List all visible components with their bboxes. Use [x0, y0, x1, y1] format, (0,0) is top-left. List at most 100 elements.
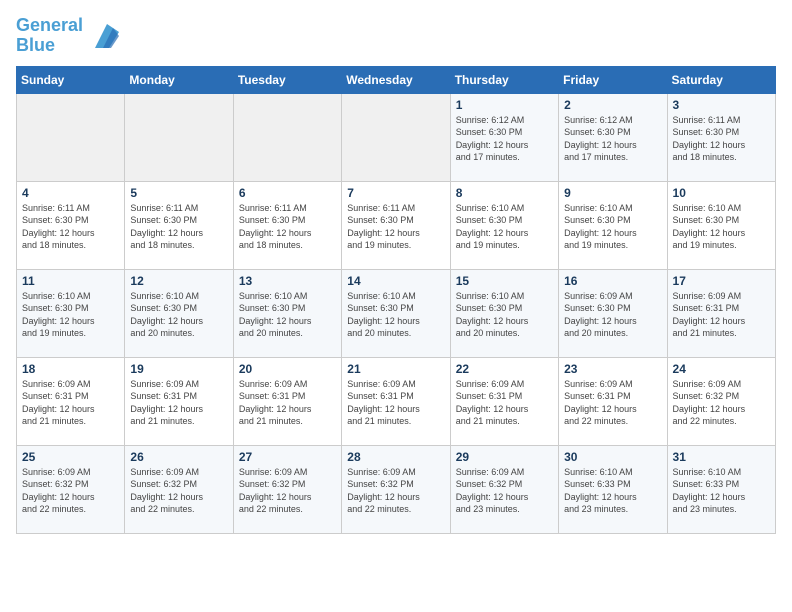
calendar-table: SundayMondayTuesdayWednesdayThursdayFrid… — [16, 66, 776, 534]
day-info: Sunrise: 6:11 AM Sunset: 6:30 PM Dayligh… — [22, 202, 119, 252]
weekday-header: Friday — [559, 66, 667, 93]
day-info: Sunrise: 6:09 AM Sunset: 6:31 PM Dayligh… — [673, 290, 770, 340]
calendar-cell: 16Sunrise: 6:09 AM Sunset: 6:30 PM Dayli… — [559, 269, 667, 357]
calendar-cell: 29 Sunrise: 6:09 AM Sunset: 6:32 PM Dayli… — [450, 445, 558, 533]
day-number: 21 — [347, 362, 444, 376]
day-number: 5 — [130, 186, 227, 200]
calendar-cell — [233, 93, 341, 181]
day-info: Sunrise: 6:10 AM Sunset: 6:33 PM Dayligh… — [564, 466, 661, 516]
day-info: Sunrise: 6:10 AM Sunset: 6:30 PM Dayligh… — [22, 290, 119, 340]
day-info: Sunrise: 6:09 AM Sunset: 6:32 PM Dayligh… — [347, 466, 444, 516]
weekday-header: Tuesday — [233, 66, 341, 93]
calendar-cell — [125, 93, 233, 181]
day-number: 11 — [22, 274, 119, 288]
day-number: 6 — [239, 186, 336, 200]
calendar-cell: 23Sunrise: 6:09 AM Sunset: 6:31 PM Dayli… — [559, 357, 667, 445]
day-info: Sunrise: 6:11 AM Sunset: 6:30 PM Dayligh… — [347, 202, 444, 252]
day-number: 23 — [564, 362, 661, 376]
day-info: Sunrise: 6:09 AM Sunset: 6:32 PM Dayligh… — [239, 466, 336, 516]
calendar-header: SundayMondayTuesdayWednesdayThursdayFrid… — [17, 66, 776, 93]
day-info: Sunrise: 6:12 AM Sunset: 6:30 PM Dayligh… — [564, 114, 661, 164]
day-info: Sunrise: 6:12 AM Sunset: 6:30 PM Dayligh… — [456, 114, 553, 164]
day-info: Sunrise: 6:09 AM Sunset: 6:31 PM Dayligh… — [239, 378, 336, 428]
day-info: Sunrise: 6:10 AM Sunset: 6:33 PM Dayligh… — [673, 466, 770, 516]
calendar-cell: 1 Sunrise: 6:12 AM Sunset: 6:30 PM Daylig… — [450, 93, 558, 181]
calendar-cell: 17 Sunrise: 6:09 AM Sunset: 6:31 PM Dayli… — [667, 269, 775, 357]
calendar-cell: 14 Sunrise: 6:10 AM Sunset: 6:30 PM Dayli… — [342, 269, 450, 357]
calendar-cell: 15Sunrise: 6:10 AM Sunset: 6:30 PM Dayli… — [450, 269, 558, 357]
weekday-header: Monday — [125, 66, 233, 93]
day-info: Sunrise: 6:09 AM Sunset: 6:31 PM Dayligh… — [130, 378, 227, 428]
day-number: 18 — [22, 362, 119, 376]
day-number: 27 — [239, 450, 336, 464]
day-number: 17 — [673, 274, 770, 288]
page-header: General Blue — [16, 16, 776, 56]
calendar-cell: 6 Sunrise: 6:11 AM Sunset: 6:30 PM Daylig… — [233, 181, 341, 269]
day-number: 2 — [564, 98, 661, 112]
calendar-cell: 2 Sunrise: 6:12 AM Sunset: 6:30 PM Daylig… — [559, 93, 667, 181]
day-info: Sunrise: 6:11 AM Sunset: 6:30 PM Dayligh… — [239, 202, 336, 252]
day-info: Sunrise: 6:10 AM Sunset: 6:30 PM Dayligh… — [456, 202, 553, 252]
calendar-cell: 27 Sunrise: 6:09 AM Sunset: 6:32 PM Dayli… — [233, 445, 341, 533]
day-number: 25 — [22, 450, 119, 464]
logo-icon — [87, 20, 119, 52]
day-number: 4 — [22, 186, 119, 200]
day-number: 22 — [456, 362, 553, 376]
calendar-cell: 25 Sunrise: 6:09 AM Sunset: 6:32 PM Dayli… — [17, 445, 125, 533]
day-number: 26 — [130, 450, 227, 464]
day-number: 19 — [130, 362, 227, 376]
day-number: 16 — [564, 274, 661, 288]
day-number: 14 — [347, 274, 444, 288]
calendar-cell: 30Sunrise: 6:10 AM Sunset: 6:33 PM Dayli… — [559, 445, 667, 533]
day-info: Sunrise: 6:10 AM Sunset: 6:30 PM Dayligh… — [347, 290, 444, 340]
calendar-cell: 3 Sunrise: 6:11 AM Sunset: 6:30 PM Daylig… — [667, 93, 775, 181]
calendar-cell: 8 Sunrise: 6:10 AM Sunset: 6:30 PM Daylig… — [450, 181, 558, 269]
day-number: 9 — [564, 186, 661, 200]
day-info: Sunrise: 6:09 AM Sunset: 6:31 PM Dayligh… — [347, 378, 444, 428]
day-number: 28 — [347, 450, 444, 464]
day-number: 7 — [347, 186, 444, 200]
weekday-header: Wednesday — [342, 66, 450, 93]
day-number: 20 — [239, 362, 336, 376]
calendar-cell — [342, 93, 450, 181]
calendar-cell: 20 Sunrise: 6:09 AM Sunset: 6:31 PM Dayli… — [233, 357, 341, 445]
day-info: Sunrise: 6:09 AM Sunset: 6:32 PM Dayligh… — [456, 466, 553, 516]
calendar-cell: 12 Sunrise: 6:10 AM Sunset: 6:30 PM Dayli… — [125, 269, 233, 357]
logo-text: General Blue — [16, 16, 83, 56]
day-info: Sunrise: 6:11 AM Sunset: 6:30 PM Dayligh… — [673, 114, 770, 164]
calendar-cell: 28 Sunrise: 6:09 AM Sunset: 6:32 PM Dayli… — [342, 445, 450, 533]
calendar-cell: 13 Sunrise: 6:10 AM Sunset: 6:30 PM Dayli… — [233, 269, 341, 357]
day-info: Sunrise: 6:10 AM Sunset: 6:30 PM Dayligh… — [239, 290, 336, 340]
calendar-cell — [17, 93, 125, 181]
weekday-header: Saturday — [667, 66, 775, 93]
day-info: Sunrise: 6:10 AM Sunset: 6:30 PM Dayligh… — [130, 290, 227, 340]
day-number: 8 — [456, 186, 553, 200]
day-info: Sunrise: 6:09 AM Sunset: 6:31 PM Dayligh… — [456, 378, 553, 428]
day-info: Sunrise: 6:09 AM Sunset: 6:32 PM Dayligh… — [130, 466, 227, 516]
day-info: Sunrise: 6:10 AM Sunset: 6:30 PM Dayligh… — [673, 202, 770, 252]
day-info: Sunrise: 6:10 AM Sunset: 6:30 PM Dayligh… — [456, 290, 553, 340]
logo: General Blue — [16, 16, 119, 56]
calendar-cell: 7 Sunrise: 6:11 AM Sunset: 6:30 PM Daylig… — [342, 181, 450, 269]
calendar-cell: 5 Sunrise: 6:11 AM Sunset: 6:30 PM Daylig… — [125, 181, 233, 269]
weekday-header: Sunday — [17, 66, 125, 93]
calendar-cell: 9Sunrise: 6:10 AM Sunset: 6:30 PM Daylig… — [559, 181, 667, 269]
day-info: Sunrise: 6:09 AM Sunset: 6:31 PM Dayligh… — [22, 378, 119, 428]
day-info: Sunrise: 6:09 AM Sunset: 6:32 PM Dayligh… — [22, 466, 119, 516]
day-number: 10 — [673, 186, 770, 200]
calendar-cell: 31Sunrise: 6:10 AM Sunset: 6:33 PM Dayli… — [667, 445, 775, 533]
calendar-cell: 4 Sunrise: 6:11 AM Sunset: 6:30 PM Daylig… — [17, 181, 125, 269]
calendar-cell: 22 Sunrise: 6:09 AM Sunset: 6:31 PM Dayli… — [450, 357, 558, 445]
day-number: 1 — [456, 98, 553, 112]
weekday-header: Thursday — [450, 66, 558, 93]
day-number: 13 — [239, 274, 336, 288]
day-number: 12 — [130, 274, 227, 288]
calendar-cell: 11 Sunrise: 6:10 AM Sunset: 6:30 PM Dayli… — [17, 269, 125, 357]
day-info: Sunrise: 6:11 AM Sunset: 6:30 PM Dayligh… — [130, 202, 227, 252]
calendar-cell: 10 Sunrise: 6:10 AM Sunset: 6:30 PM Dayli… — [667, 181, 775, 269]
day-number: 29 — [456, 450, 553, 464]
calendar-cell: 24Sunrise: 6:09 AM Sunset: 6:32 PM Dayli… — [667, 357, 775, 445]
day-number: 3 — [673, 98, 770, 112]
calendar-cell: 26 Sunrise: 6:09 AM Sunset: 6:32 PM Dayli… — [125, 445, 233, 533]
day-info: Sunrise: 6:09 AM Sunset: 6:32 PM Dayligh… — [673, 378, 770, 428]
